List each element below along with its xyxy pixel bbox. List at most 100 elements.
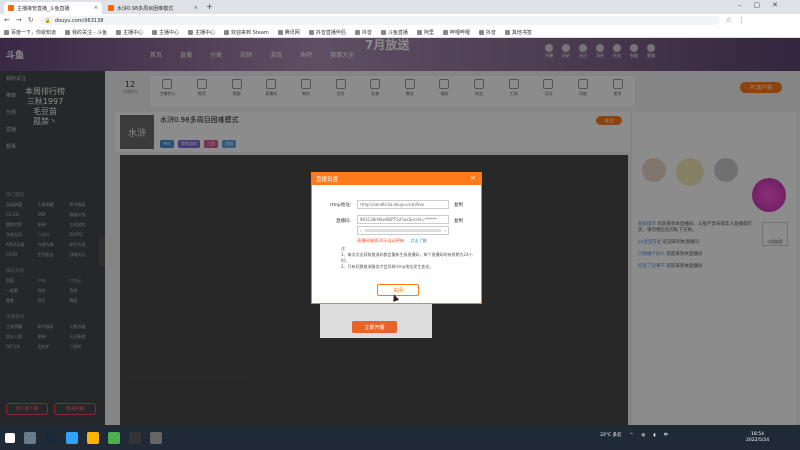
copy-rtmp-button[interactable]: 复制: [454, 202, 463, 208]
bookmark-item[interactable]: 主播中心: [188, 29, 215, 36]
bookmark-favicon-icon: [152, 29, 158, 35]
bookmark-item[interactable]: 抖音直播伴侣: [308, 29, 346, 36]
bookmark-label: 欢迎来到 Steam: [231, 29, 269, 36]
dialog-notes: 注: 1、每次点击获取推流码都会重新生成直播码，每个直播码的有效期为24小时。 …: [341, 246, 473, 270]
bookmark-label: 主播中心: [195, 29, 216, 36]
bookmark-item[interactable]: 主播中心: [116, 29, 143, 36]
bookmark-item[interactable]: 哔哩哔哩: [442, 29, 470, 36]
bookmark-label: 抖音: [361, 29, 372, 36]
new-tab-icon[interactable]: +: [206, 2, 213, 11]
weather-text[interactable]: 33°C 多云: [600, 432, 622, 438]
windows-start-icon[interactable]: [5, 432, 15, 443]
chevron-left-icon: ‹: [360, 228, 362, 233]
bookmark-item[interactable]: 欢迎来到 Steam: [224, 29, 269, 36]
douyu-favicon-icon: [8, 5, 14, 11]
close-dialog-button[interactable]: 关闭: [377, 284, 419, 296]
tray-chevron-icon[interactable]: ^: [630, 433, 634, 438]
rtmp-label: rtmp地址:: [330, 203, 352, 208]
system-clock[interactable]: 18:54 2022/5/24: [746, 432, 769, 444]
bookmark-item[interactable]: 其他书签: [504, 29, 532, 36]
url-text: douyu.com/963138: [54, 17, 104, 24]
bookmark-item[interactable]: 抖音: [354, 29, 372, 36]
bookmark-label: 百度一下，你就知道: [11, 29, 57, 36]
input-language[interactable]: 中: [664, 432, 669, 438]
reload-icon[interactable]: ↻: [28, 17, 34, 24]
bookmark-favicon-icon: [4, 29, 9, 35]
system-tray: 33°C 多云 ^ ◍ ◖ 中: [600, 432, 669, 439]
rtmp-address-field[interactable]: rtmp://sendtc3a.douyu.com/live: [357, 200, 449, 209]
folder-icon[interactable]: [87, 431, 99, 444]
bookmark-favicon-icon: [504, 29, 510, 35]
dialog-title: 直播设置: [316, 176, 339, 183]
bookmark-item[interactable]: 抖音: [478, 29, 496, 36]
bookmark-favicon-icon: [354, 29, 360, 35]
bookmark-item[interactable]: 百度一下，你就知道: [4, 29, 56, 36]
bookmark-label: 腾讯网: [284, 29, 300, 36]
close-icon[interactable]: ×: [194, 5, 198, 11]
bookmark-label: 主播中心: [123, 29, 144, 36]
maximize-icon[interactable]: ▢: [754, 1, 761, 9]
minimize-icon[interactable]: –: [738, 1, 742, 9]
lock-icon: 🔒: [44, 17, 51, 24]
key-label: 直播码:: [336, 219, 352, 224]
forward-icon[interactable]: →: [16, 17, 22, 24]
close-icon[interactable]: ×: [470, 174, 476, 182]
tab-active[interactable]: 主播接管直播_斗鱼直播 ×: [4, 2, 102, 14]
stream-key-field[interactable]: 963138rtKkeNSPT5d?wsSecret=******: [357, 215, 449, 224]
url-input[interactable]: 🔒 douyu.com/963138: [39, 16, 720, 25]
bookmark-label: 斗鱼直播: [387, 29, 408, 36]
app-icon[interactable]: [150, 431, 162, 444]
tab-title: 水浒0.98多周目困难模式: [117, 5, 174, 12]
tab-title: 主播接管直播_斗鱼直播: [17, 5, 70, 12]
windows-taskbar: [0, 425, 800, 450]
volume-icon[interactable]: ◖: [653, 433, 655, 438]
star-icon[interactable]: ☆: [726, 17, 732, 24]
note-line: 2、只有切换推流服务才会导致rtmp地址发生变化。: [341, 264, 434, 269]
steam-icon[interactable]: [45, 431, 57, 444]
address-bar-row: ← → ↻ 🔒 douyu.com/963138 ☆ ⋮: [0, 14, 800, 27]
bookmark-favicon-icon: [188, 29, 194, 35]
chrome-icon[interactable]: [108, 431, 120, 444]
extension-icon[interactable]: ⋮: [738, 17, 745, 24]
bookmark-item[interactable]: 主播中心: [152, 29, 179, 36]
bookmark-favicon-icon: [380, 29, 386, 35]
key-warning: 直播码每隔30天自动更新: [357, 238, 405, 243]
bookmark-label: 主播中心: [159, 29, 180, 36]
stream-key-select[interactable]: ‹ ›: [357, 226, 449, 235]
bookmark-item[interactable]: 阿里: [416, 29, 434, 36]
network-icon[interactable]: ◍: [641, 433, 645, 438]
bookmark-favicon-icon: [116, 29, 121, 35]
search-icon[interactable]: [24, 431, 36, 444]
bookmark-label: 抖音: [485, 29, 496, 36]
note-line: 1、每次点击获取推流码都会重新生成直播码，每个直播码的有效期为24小时。: [341, 252, 473, 263]
bookmark-item[interactable]: 腾讯网: [277, 29, 300, 36]
bookmark-favicon-icon: [65, 29, 71, 35]
start-live-card-button[interactable]: 立即开播: [352, 321, 397, 333]
bookmark-favicon-icon: [442, 29, 448, 35]
dialog-header: 直播设置: [311, 172, 482, 185]
learn-more-link[interactable]: 点击了解: [410, 238, 427, 244]
key-warning-row: 直播码每隔30天自动更新 点击了解: [357, 238, 427, 244]
bookmark-label: 我的关注 - 斗鱼: [72, 29, 107, 36]
close-window-icon[interactable]: ✕: [772, 1, 778, 9]
bookmark-item[interactable]: 斗鱼直播: [380, 29, 408, 36]
tab-inactive[interactable]: 水浒0.98多周目困难模式 ×: [104, 2, 202, 14]
obs-icon[interactable]: [129, 431, 141, 444]
bookmark-label: 抖音直播伴侣: [315, 29, 346, 36]
chevron-right-icon: ›: [444, 228, 446, 233]
scroll-track: [364, 229, 442, 232]
clock-date: 2022/5/24: [746, 438, 770, 443]
bookmark-favicon-icon: [308, 29, 314, 35]
bookmark-favicon-icon: [416, 29, 422, 35]
douyu-favicon-icon: [108, 5, 114, 11]
close-icon[interactable]: ×: [94, 5, 98, 11]
browser-tab-bar: 主播接管直播_斗鱼直播 × 水浒0.98多周目困难模式 × + – ▢ ✕: [0, 0, 800, 14]
bookmark-favicon-icon: [478, 29, 484, 35]
bookmark-label: 其他书签: [511, 29, 532, 36]
copy-key-button[interactable]: 复制: [454, 218, 463, 224]
back-icon[interactable]: ←: [4, 17, 10, 24]
app-icon[interactable]: [66, 431, 78, 444]
bookmark-label: 哔哩哔哩: [449, 29, 470, 36]
bookmark-favicon-icon: [277, 29, 283, 35]
bookmark-item[interactable]: 我的关注 - 斗鱼: [65, 29, 107, 36]
